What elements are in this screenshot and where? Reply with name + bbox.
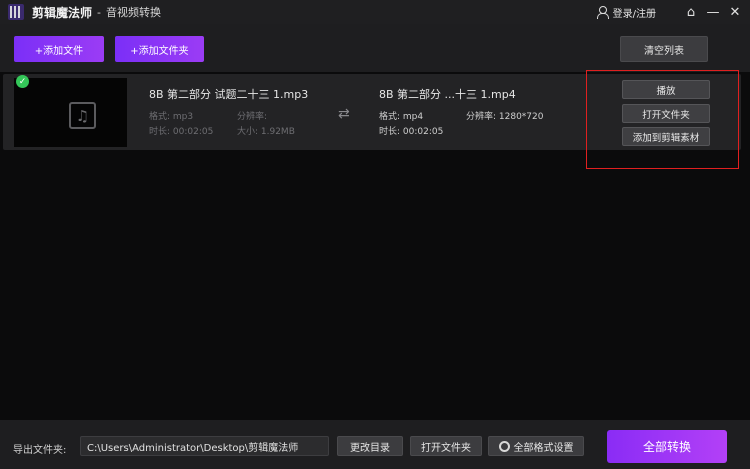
source-duration: 时长: 00:02:05: [149, 127, 214, 137]
login-register-link[interactable]: 登录/注册: [596, 5, 656, 20]
file-thumbnail: ♫: [14, 78, 127, 147]
output-resolution: 分辨率: 1280*720: [466, 112, 544, 122]
source-format: 格式: mp3: [149, 112, 194, 122]
add-file-button[interactable]: +添加文件: [14, 36, 104, 62]
add-folder-button[interactable]: +添加文件夹: [115, 36, 204, 62]
window-subtitle: 音视频转换: [106, 6, 161, 19]
change-directory-button[interactable]: 更改目录: [337, 436, 403, 456]
source-resolution: 分辨率:: [237, 112, 268, 122]
gear-icon: [498, 440, 510, 452]
music-note-icon: ♫: [69, 102, 96, 129]
toolbar: +添加文件 +添加文件夹 清空列表: [0, 24, 750, 72]
open-folder-button[interactable]: 打开文件夹: [622, 104, 710, 123]
play-button[interactable]: 播放: [622, 80, 710, 99]
format-settings-label: 全部格式设置: [513, 442, 574, 454]
clear-list-button[interactable]: 清空列表: [620, 36, 708, 62]
checked-icon[interactable]: ✓: [16, 75, 29, 88]
app-logo-icon: [8, 4, 24, 20]
user-icon: [596, 6, 609, 19]
format-settings-button[interactable]: 全部格式设置: [488, 436, 584, 456]
output-duration: 时长: 00:02:05: [379, 127, 444, 137]
output-file-name: 8B 第二部分 ...十三 1.mp4: [379, 88, 516, 101]
output-folder-label: 导出文件夹:: [13, 445, 67, 456]
convert-all-button[interactable]: 全部转换: [607, 430, 727, 463]
convert-arrows-icon: ⇄: [338, 106, 350, 122]
output-format: 格式: mp4: [379, 112, 424, 122]
app-name: 剪辑魔法师: [32, 5, 93, 20]
title-separator: -: [97, 5, 101, 19]
minimize-icon[interactable]: —: [702, 0, 724, 24]
source-size: 大小: 1.92MB: [237, 127, 295, 137]
source-file-name: 8B 第二部分 试题二十三 1.mp3: [149, 88, 309, 101]
close-icon[interactable]: ✕: [724, 0, 746, 24]
title-bar: 剪辑魔法师 - 音视频转换 登录/注册 ⌂ — ✕: [0, 0, 750, 24]
footer-open-folder-button[interactable]: 打开文件夹: [410, 436, 482, 456]
output-path-input[interactable]: [80, 436, 329, 456]
home-icon[interactable]: ⌂: [680, 0, 702, 24]
add-to-material-button[interactable]: 添加到剪辑素材: [622, 127, 710, 146]
login-register-label: 登录/注册: [612, 8, 656, 20]
